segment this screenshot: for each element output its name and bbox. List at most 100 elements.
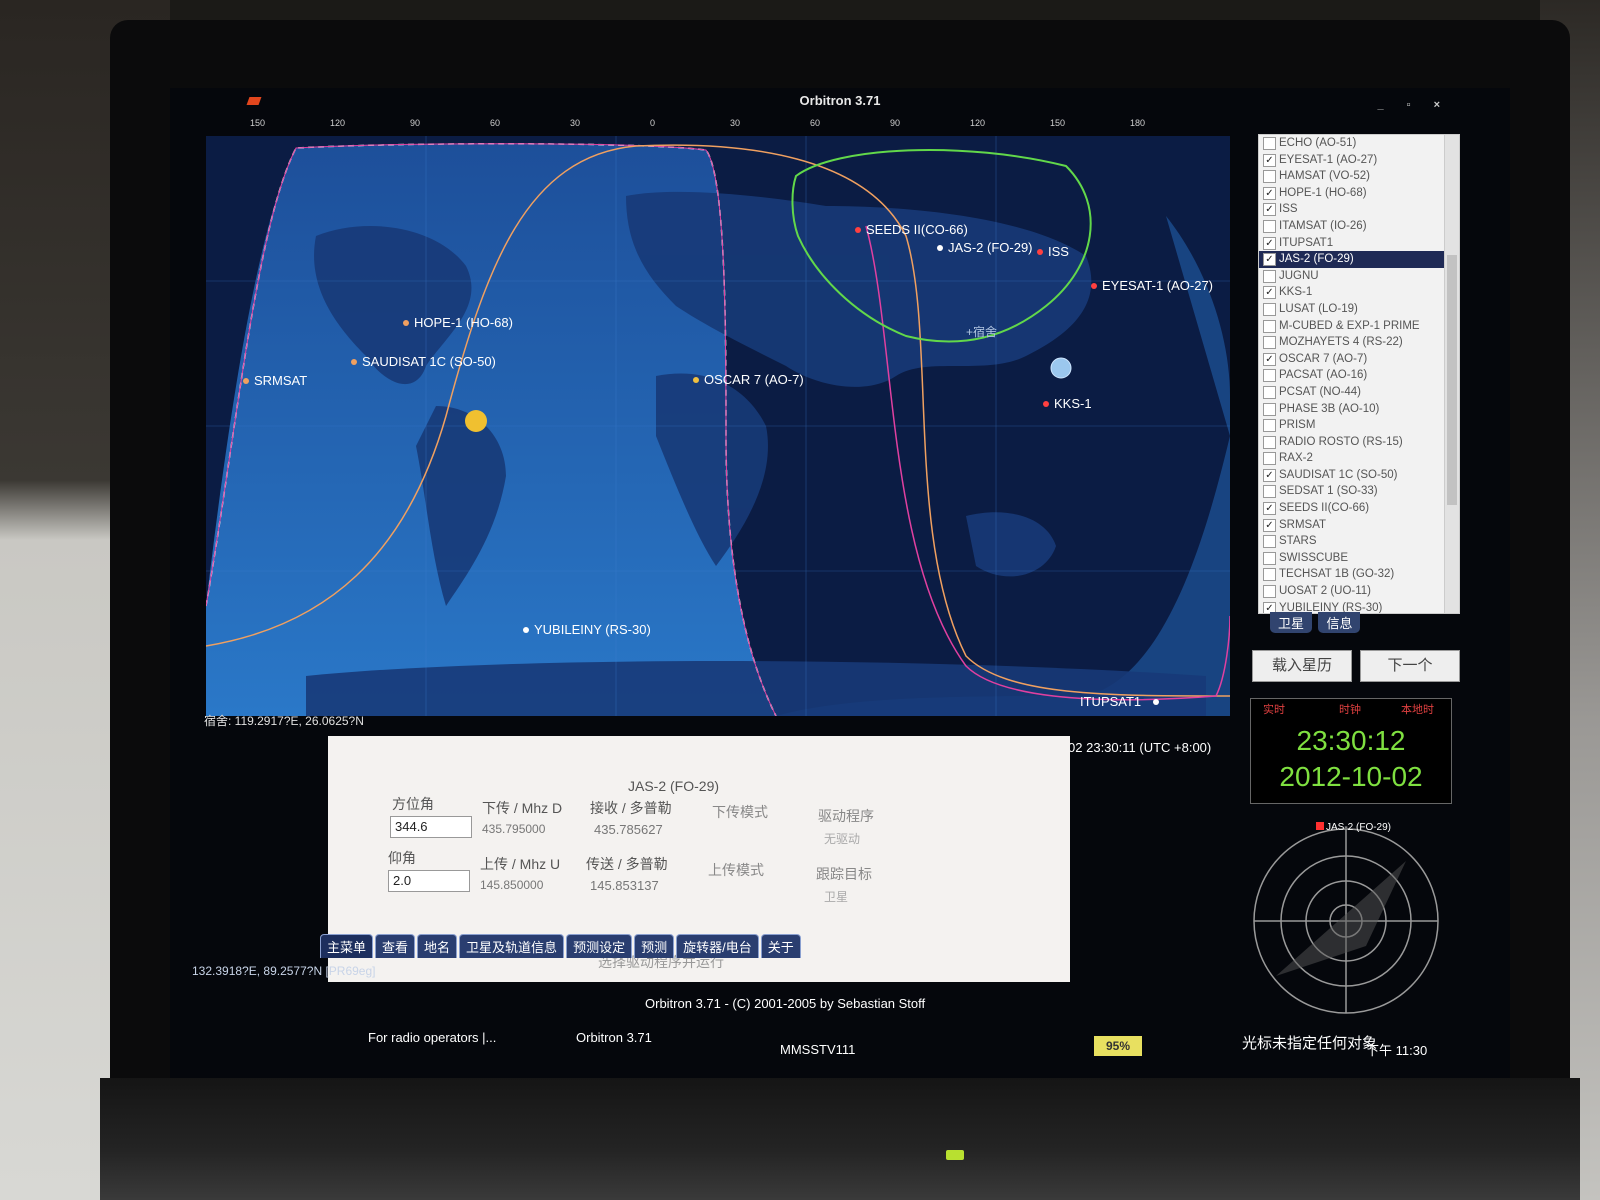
window-controls[interactable]: _ ▫ × <box>1377 92 1450 118</box>
satellite-checkbox[interactable] <box>1263 435 1276 449</box>
load-tle-button[interactable]: 载入星历 <box>1252 650 1352 682</box>
satellite-list-scrollbar[interactable] <box>1444 135 1459 613</box>
list-item[interactable]: PACSAT (AO-16) <box>1259 367 1459 384</box>
satellite-checkbox[interactable] <box>1263 551 1276 565</box>
satellite-marker-oscar7[interactable]: OSCAR 7 (AO-7) <box>693 372 804 387</box>
satellite-marker-saudisat[interactable]: SAUDISAT 1C (SO-50) <box>351 354 496 369</box>
tab-satellites[interactable]: 卫星 <box>1270 612 1313 633</box>
tab-1[interactable]: 查看 <box>375 934 416 958</box>
satellite-checkbox[interactable] <box>1263 385 1276 399</box>
list-item[interactable]: ✓ OSCAR 7 (AO-7) <box>1259 351 1459 368</box>
satellite-checkbox[interactable]: ✓ <box>1263 253 1276 267</box>
satellite-checkbox[interactable]: ✓ <box>1263 153 1276 167</box>
satellite-marker-eyesat[interactable]: EYESAT-1 (AO-27) <box>1091 278 1213 293</box>
list-item[interactable]: ✓ EYESAT-1 (AO-27) <box>1259 152 1459 169</box>
list-item[interactable]: M-CUBED & EXP-1 PRIME <box>1259 318 1459 335</box>
list-item[interactable]: PCSAT (NO-44) <box>1259 384 1459 401</box>
list-item[interactable]: MOZHAYETS 4 (RS-22) <box>1259 334 1459 351</box>
satellite-checkbox[interactable] <box>1263 170 1276 184</box>
list-item[interactable]: UOSAT 2 (UO-11) <box>1259 583 1459 600</box>
downlink-value[interactable]: 435.795000 <box>482 822 545 836</box>
satellite-checkbox[interactable] <box>1263 137 1276 150</box>
list-item[interactable]: ✓ ITUPSAT1 <box>1259 235 1459 252</box>
taskbar-item-orbitron[interactable]: Orbitron 3.71 <box>576 1030 652 1045</box>
list-item[interactable]: PHASE 3B (AO-10) <box>1259 401 1459 418</box>
list-item[interactable]: ✓ SEEDS II(CO-66) <box>1259 500 1459 517</box>
tab-0[interactable]: 主菜单 <box>320 934 374 958</box>
list-item[interactable]: ✓ KKS-1 <box>1259 284 1459 301</box>
list-item[interactable]: PRISM <box>1259 417 1459 434</box>
list-item[interactable]: ✓ ISS <box>1259 201 1459 218</box>
satellite-marker-yubileiny[interactable]: YUBILEINY (RS-30) <box>523 622 651 637</box>
satellite-checkbox[interactable] <box>1263 219 1276 233</box>
list-item[interactable]: ECHO (AO-51) <box>1259 135 1459 152</box>
list-item[interactable]: ✓ JAS-2 (FO-29) <box>1259 251 1459 268</box>
satellite-checkbox[interactable] <box>1263 535 1276 549</box>
satellite-marker-jas2[interactable]: JAS-2 (FO-29) <box>937 240 1033 255</box>
rotator-select[interactable]: 卫星 <box>824 888 848 905</box>
next-button[interactable]: 下一个 <box>1360 650 1460 682</box>
list-item[interactable]: ✓ HOPE-1 (HO-68) <box>1259 185 1459 202</box>
satellite-checkbox[interactable] <box>1263 568 1276 582</box>
satellite-checkbox[interactable]: ✓ <box>1263 203 1276 217</box>
satellite-checkbox[interactable]: ✓ <box>1263 352 1276 366</box>
satellite-checkbox[interactable] <box>1263 452 1276 466</box>
satellite-name: MOZHAYETS 4 (RS-22) <box>1279 336 1403 349</box>
list-item[interactable]: RAX-2 <box>1259 450 1459 467</box>
satellite-checkbox[interactable] <box>1263 336 1276 350</box>
satellite-checkbox[interactable] <box>1263 302 1276 316</box>
satellite-name: JAS-2 (FO-29) <box>1279 253 1354 266</box>
satellite-checkbox[interactable]: ✓ <box>1263 236 1276 250</box>
tab-5[interactable]: 预测 <box>634 934 675 958</box>
clock-tab-local[interactable]: 本地时 <box>1401 701 1434 717</box>
list-item[interactable]: SEDSAT 1 (SO-33) <box>1259 483 1459 500</box>
list-item[interactable]: HAMSAT (VO-52) <box>1259 168 1459 185</box>
clock-tab-clock[interactable]: 时钟 <box>1339 701 1361 717</box>
downlink-label: 下传 / Mhz D <box>482 800 563 816</box>
tab-2[interactable]: 地名 <box>417 934 458 958</box>
satellite-checkbox[interactable] <box>1263 369 1276 383</box>
satellite-checkbox[interactable]: ✓ <box>1263 468 1276 482</box>
satellite-checkbox[interactable] <box>1263 485 1276 499</box>
list-item[interactable]: JUGNU <box>1259 268 1459 285</box>
list-item[interactable]: ITAMSAT (IO-26) <box>1259 218 1459 235</box>
satellite-checkbox[interactable] <box>1263 585 1276 599</box>
satellite-checkbox[interactable] <box>1263 419 1276 433</box>
satellite-checkbox[interactable]: ✓ <box>1263 518 1276 532</box>
azimuth-field[interactable]: 344.6 <box>390 816 472 838</box>
list-item[interactable]: ✓ SRMSAT <box>1259 517 1459 534</box>
satellite-name: SRMSAT <box>1279 518 1327 531</box>
taskbar-item-mmsstv[interactable]: MMSSTV111 <box>780 1042 855 1057</box>
system-clock[interactable]: 下午 11:30 <box>1366 1040 1427 1059</box>
battery-indicator[interactable]: 95% <box>1094 1036 1142 1056</box>
uplink-value[interactable]: 145.850000 <box>480 878 543 892</box>
driver-select[interactable]: 无驱动 <box>824 830 860 847</box>
list-item[interactable]: RADIO ROSTO (RS-15) <box>1259 434 1459 451</box>
list-item[interactable]: SWISSCUBE <box>1259 550 1459 567</box>
satellite-marker-seeds[interactable]: SEEDS II(CO-66) <box>855 222 968 237</box>
tab-3[interactable]: 卫星及轨道信息 <box>459 934 565 958</box>
world-map[interactable]: SEEDS II(CO-66) JAS-2 (FO-29) ISS EYESAT… <box>206 136 1230 716</box>
list-item[interactable]: LUSAT (LO-19) <box>1259 301 1459 318</box>
tab-7[interactable]: 关于 <box>760 934 801 958</box>
list-item[interactable]: ✓ SAUDISAT 1C (SO-50) <box>1259 467 1459 484</box>
moon-icon <box>1050 357 1072 379</box>
list-item[interactable]: TECHSAT 1B (GO-32) <box>1259 566 1459 583</box>
satellite-checkbox[interactable]: ✓ <box>1263 186 1276 200</box>
satellite-checkbox[interactable] <box>1263 269 1276 283</box>
down-mode-label: 下传模式 <box>712 804 768 820</box>
clock-tab-realtime[interactable]: 实时 <box>1263 701 1285 717</box>
tab-info[interactable]: 信息 <box>1318 612 1361 633</box>
satellite-checkbox[interactable]: ✓ <box>1263 502 1276 516</box>
tab-4[interactable]: 预测设定 <box>566 934 633 958</box>
elevation-field[interactable]: 2.0 <box>388 870 470 892</box>
uplink-label: 上传 / Mhz U <box>480 856 561 872</box>
tab-6[interactable]: 旋转器/电台 <box>676 934 759 958</box>
taskbar-item-browser[interactable]: For radio operators |... <box>368 1030 496 1045</box>
satellite-marker-hope[interactable]: HOPE-1 (HO-68) <box>403 315 513 330</box>
satellite-name: OSCAR 7 (AO-7) <box>1279 352 1368 365</box>
satellite-checkbox[interactable]: ✓ <box>1263 286 1276 300</box>
list-item[interactable]: STARS <box>1259 533 1459 550</box>
satellite-checkbox[interactable] <box>1263 319 1276 333</box>
satellite-checkbox[interactable] <box>1263 402 1276 416</box>
